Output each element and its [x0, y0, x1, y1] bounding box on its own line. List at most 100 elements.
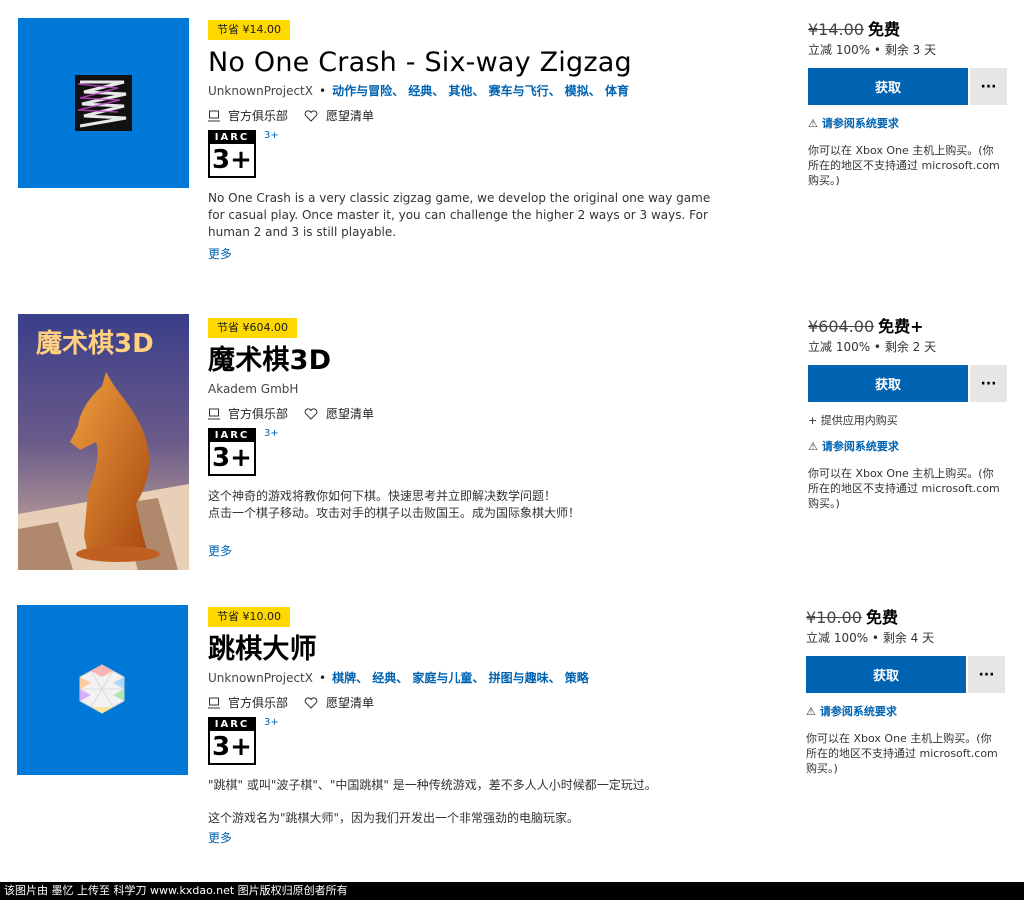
availability-note: 你可以在 Xbox One 主机上购买。(你所在的地区不支持通过 microso… [806, 732, 998, 775]
meta-row: 官方俱乐部 愿望清单 [208, 406, 748, 422]
age-rating: IARC 3+ 3+ [208, 717, 748, 765]
product-thumbnail[interactable] [18, 18, 189, 188]
price-column: ¥10.00 免费 立减 100% • 剩余 4 天 获取 ··· ⚠ 请参阅系统要… [806, 608, 1006, 776]
get-button[interactable]: 获取 [808, 68, 968, 105]
warning-icon: ⚠ [808, 117, 818, 130]
price-column: ¥604.00 免费+ 立减 100% • 剩余 2 天 获取 ··· + 提供应… [808, 317, 1008, 511]
iarc-age: 3+ [212, 443, 252, 473]
category-links[interactable]: 棋牌、 经典、 家庭与儿童、 拼图与趣味、 策略 [332, 671, 589, 685]
availability-note: 你可以在 Xbox One 主机上购买。(你所在的地区不支持通过 microso… [808, 467, 1000, 510]
iarc-label: IARC [210, 430, 254, 442]
meta-row: 官方俱乐部 愿望清单 [208, 108, 748, 124]
discount-info: 立减 100% • 剩余 2 天 [808, 340, 937, 354]
savings-badge: 节省 ¥10.00 [208, 607, 290, 627]
official-club-link[interactable]: 官方俱乐部 [208, 108, 288, 124]
discount-info: 立减 100% • 剩余 3 天 [808, 43, 937, 57]
iarc-badge[interactable]: IARC 3+ [208, 717, 256, 765]
product-description-line1: "跳棋" 或叫"波子棋"、"中国跳棋" 是一种传统游戏，差不多人人小时候都一定玩… [208, 778, 657, 792]
system-requirements-link[interactable]: ⚠ 请参阅系统要求 [808, 117, 1008, 131]
club-icon [208, 408, 220, 420]
product-title[interactable]: 跳棋大师 [208, 633, 748, 667]
system-requirements-link[interactable]: ⚠ 请参阅系统要求 [806, 705, 1006, 719]
publisher-row: Akadem GmbH [208, 380, 748, 398]
wishlist-label: 愿望清单 [326, 696, 375, 710]
age-rating: IARC 3+ 3+ [208, 130, 748, 178]
product-description: No One Crash is a very classic zigzag ga… [208, 191, 711, 239]
chinese-checkers-board-icon [17, 605, 188, 775]
get-button[interactable]: 获取 [808, 365, 968, 402]
official-club-link[interactable]: 官方俱乐部 [208, 406, 288, 422]
more-link[interactable]: 更多 [208, 829, 748, 846]
original-price: ¥14.00 [808, 20, 864, 39]
more-options-button[interactable]: ··· [970, 68, 1007, 105]
iarc-badge[interactable]: IARC 3+ [208, 428, 256, 476]
current-price: 免费+ [878, 317, 924, 336]
current-price: 免费 [865, 608, 898, 627]
price-row: ¥14.00 免费 [808, 20, 1008, 40]
price-column: ¥14.00 免费 立减 100% • 剩余 3 天 获取 ··· ⚠ 请参阅系统要… [808, 20, 1008, 188]
system-requirements-label: 请参阅系统要求 [819, 705, 897, 718]
separator-dot: • [318, 671, 327, 685]
zigzag-logo-icon [18, 18, 189, 188]
savings-badge: 节省 ¥14.00 [208, 20, 290, 40]
publisher-row: UnknownProjectX • 动作与冒险、 经典、 其他、 赛车与飞行、 模拟… [208, 82, 748, 100]
warning-icon: ⚠ [808, 440, 818, 453]
system-requirements-link[interactable]: ⚠ 请参阅系统要求 [808, 440, 1008, 454]
price-row: ¥10.00 免费 [806, 608, 1006, 628]
price-row: ¥604.00 免费+ [808, 317, 1008, 337]
publisher-name[interactable]: Akadem GmbH [208, 382, 298, 396]
heart-icon [304, 110, 318, 122]
age-rating-link[interactable]: 3+ [264, 428, 279, 439]
publisher-row: UnknownProjectX • 棋牌、 经典、 家庭与儿童、 拼图与趣味、 策略 [208, 669, 748, 687]
age-rating-link[interactable]: 3+ [264, 130, 279, 141]
product-info: 节省 ¥604.00 魔术棋3D Akadem GmbH 官方俱乐部 愿望清单 … [208, 316, 748, 559]
meta-row: 官方俱乐部 愿望清单 [208, 695, 748, 711]
buy-row: 获取 ··· [808, 365, 1008, 402]
product-thumbnail[interactable]: 魔术棋3D [18, 314, 189, 570]
wishlist-link[interactable]: 愿望清单 [304, 406, 374, 422]
buy-row: 获取 ··· [806, 656, 1006, 693]
more-options-button[interactable]: ··· [968, 656, 1005, 693]
product-description: 这个神奇的游戏将教你如何下棋。快速思考并立即解决数学问题！ 点击一个棋子移动。攻… [208, 489, 581, 520]
more-link[interactable]: 更多 [208, 245, 748, 262]
publisher-name[interactable]: UnknownProjectX [208, 84, 313, 98]
product-info: 节省 ¥10.00 跳棋大师 UnknownProjectX • 棋牌、 经典、 家… [208, 605, 748, 846]
iarc-age: 3+ [212, 732, 252, 762]
iarc-label: IARC [210, 719, 254, 731]
heart-icon [304, 408, 318, 420]
system-requirements-label: 请参阅系统要求 [821, 117, 899, 130]
system-requirements-label: 请参阅系统要求 [821, 440, 899, 453]
iarc-badge[interactable]: IARC 3+ [208, 130, 256, 178]
current-price: 免费 [867, 20, 900, 39]
original-price: ¥10.00 [806, 608, 862, 627]
age-rating-link[interactable]: 3+ [264, 717, 279, 728]
product-title[interactable]: No One Crash - Six-way Zigzag [208, 46, 748, 80]
club-label: 官方俱乐部 [228, 696, 289, 710]
club-icon [208, 697, 220, 709]
iarc-age: 3+ [212, 145, 252, 175]
availability-note: 你可以在 Xbox One 主机上购买。(你所在的地区不支持通过 microso… [808, 144, 1000, 187]
original-price: ¥604.00 [808, 317, 875, 336]
category-links[interactable]: 动作与冒险、 经典、 其他、 赛车与飞行、 模拟、 体育 [332, 84, 629, 98]
more-options-button[interactable]: ··· [970, 365, 1007, 402]
publisher-name[interactable]: UnknownProjectX [208, 671, 313, 685]
club-label: 官方俱乐部 [228, 407, 289, 421]
more-link[interactable]: 更多 [208, 542, 748, 559]
wishlist-link[interactable]: 愿望清单 [304, 108, 374, 124]
product-title[interactable]: 魔术棋3D [208, 344, 748, 378]
wishlist-label: 愿望清单 [326, 407, 375, 421]
get-button[interactable]: 获取 [806, 656, 966, 693]
product-thumbnail[interactable] [17, 605, 188, 775]
iarc-label: IARC [210, 132, 254, 144]
heart-icon [304, 697, 318, 709]
watermark-footer: 该图片由 墨忆 上传至 科学刀 www.kxdao.net 图片版权归原创者所有 [0, 882, 1024, 900]
product-info: 节省 ¥14.00 No One Crash - Six-way Zigzag … [208, 18, 748, 262]
discount-info: 立减 100% • 剩余 4 天 [806, 631, 935, 645]
savings-badge: 节省 ¥604.00 [208, 318, 297, 338]
wishlist-link[interactable]: 愿望清单 [304, 695, 374, 711]
club-icon [208, 110, 220, 122]
official-club-link[interactable]: 官方俱乐部 [208, 695, 288, 711]
separator-dot: • [318, 84, 327, 98]
product-description-line2: 这个游戏名为"跳棋大师"，因为我们开发出一个非常强劲的电脑玩家。 [208, 811, 580, 825]
wishlist-label: 愿望清单 [326, 109, 375, 123]
